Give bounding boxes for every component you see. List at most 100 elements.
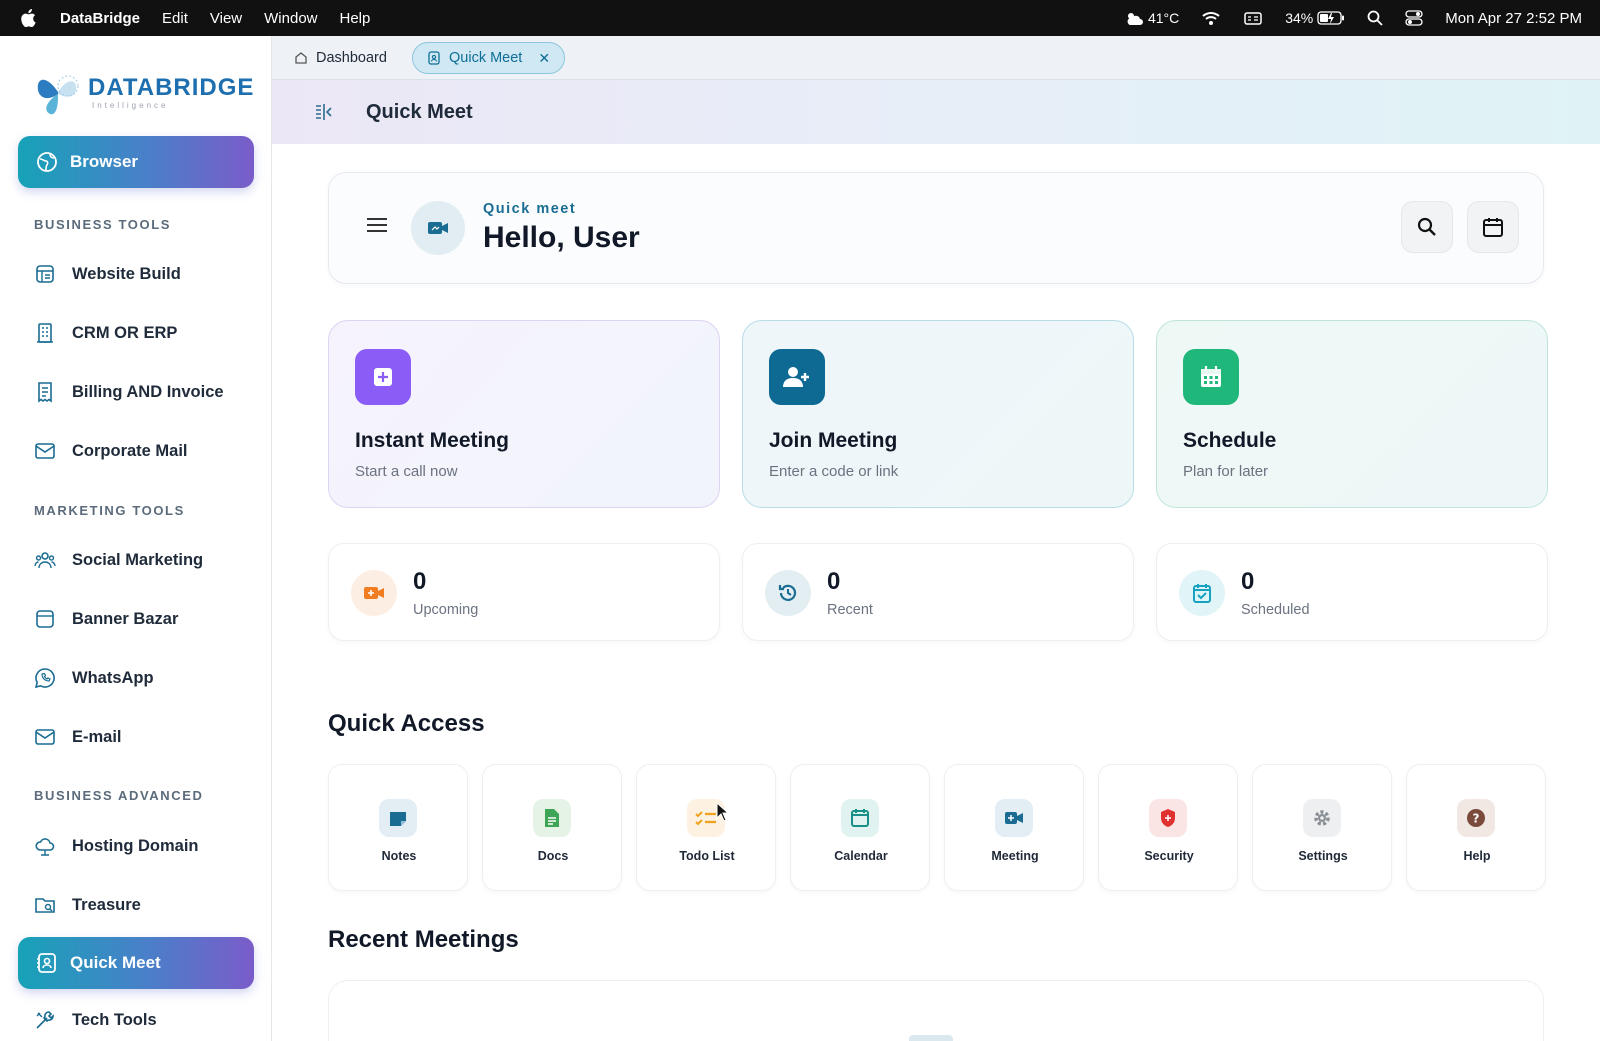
sidebar-item-corporate-mail[interactable]: Corporate Mail xyxy=(34,436,254,466)
calendar-icon xyxy=(1483,218,1503,237)
layout-icon xyxy=(34,263,56,285)
video-camera-icon xyxy=(995,799,1033,837)
tab-bar: Dashboard Quick Meet ✕ xyxy=(272,36,1600,80)
sidebar-item-label: Treasure xyxy=(72,895,141,914)
quick-access-security[interactable]: Security xyxy=(1098,764,1238,891)
sidebar-item-crm[interactable]: CRM OR ERP xyxy=(34,318,254,348)
globe-icon xyxy=(37,152,57,172)
video-icon xyxy=(351,570,397,616)
quick-access-meeting[interactable]: Meeting xyxy=(944,764,1084,891)
logo-text: DATABRIDGE xyxy=(88,74,255,101)
sidebar-item-label: WhatsApp xyxy=(72,668,154,687)
logo[interactable]: DATABRIDGE Intelligence xyxy=(34,70,254,116)
sidebar-item-quick-meet[interactable]: Quick Meet xyxy=(18,937,254,989)
greeting-card: Quick meet Hello, User xyxy=(328,172,1544,284)
sidebar-item-treasure[interactable]: Treasure xyxy=(34,890,254,920)
search-button[interactable] xyxy=(1401,201,1453,253)
quick-access-label: Notes xyxy=(381,849,417,863)
join-meeting-card[interactable]: Join Meeting Enter a code or link xyxy=(742,320,1134,508)
stat-label: Upcoming xyxy=(413,602,479,618)
sidebar-item-website-build[interactable]: Website Build xyxy=(34,259,254,289)
plus-icon xyxy=(355,349,411,405)
schedule-card[interactable]: Schedule Plan for later xyxy=(1156,320,1548,508)
quick-access-help[interactable]: ? Help xyxy=(1406,764,1546,891)
envelope-icon xyxy=(34,726,56,748)
menu-bar: DataBridge Edit View Window Help 41°C 34… xyxy=(0,0,1600,36)
greeting-subtitle: Quick meet xyxy=(483,201,577,217)
sidebar-item-social-marketing[interactable]: Social Marketing xyxy=(34,545,254,575)
tools-icon xyxy=(34,1009,56,1031)
stat-value: 0 xyxy=(827,568,841,595)
quick-access-label: Settings xyxy=(1298,849,1348,863)
stat-scheduled[interactable]: 0 Scheduled xyxy=(1156,543,1548,641)
action-subtitle: Enter a code or link xyxy=(769,463,899,480)
greeting-title: Hello, User xyxy=(483,221,640,254)
quick-access-label: Docs xyxy=(537,849,569,863)
menu-icon[interactable] xyxy=(367,217,387,233)
help-icon: ? xyxy=(1457,799,1495,837)
sidebar: DATABRIDGE Intelligence Browser BUSINESS… xyxy=(0,36,272,1041)
quick-access-label: Meeting xyxy=(991,849,1039,863)
calendar-button[interactable] xyxy=(1467,201,1519,253)
menu-help[interactable]: Help xyxy=(340,10,371,27)
action-title: Join Meeting xyxy=(769,429,898,452)
menu-app-name[interactable]: DataBridge xyxy=(60,10,140,27)
action-title: Schedule xyxy=(1183,429,1277,452)
control-center-icon[interactable] xyxy=(1405,10,1423,26)
weather-status[interactable]: 41°C xyxy=(1124,10,1179,26)
sidebar-item-label: Corporate Mail xyxy=(72,441,188,460)
weather-text: 41°C xyxy=(1147,10,1180,26)
wifi-icon[interactable] xyxy=(1201,10,1221,26)
svg-text:?: ? xyxy=(1473,812,1480,826)
battery-status[interactable]: 34% xyxy=(1285,10,1345,26)
sidebar-item-whatsapp[interactable]: WhatsApp xyxy=(34,663,254,693)
stat-label: Scheduled xyxy=(1241,602,1310,618)
stat-value: 0 xyxy=(1241,568,1255,595)
sidebar-item-tech-tools[interactable]: Tech Tools xyxy=(34,1005,254,1035)
quick-access-label: Security xyxy=(1144,849,1194,863)
weather-icon xyxy=(1127,13,1143,25)
stat-recent[interactable]: 0 Recent xyxy=(742,543,1134,641)
quick-access-label: Calendar xyxy=(834,849,888,863)
instant-meeting-card[interactable]: Instant Meeting Start a call now xyxy=(328,320,720,508)
banner-icon xyxy=(34,608,56,630)
quick-access-settings[interactable]: Settings xyxy=(1252,764,1392,891)
menu-view[interactable]: View xyxy=(210,10,242,27)
clock[interactable]: Mon Apr 27 2:52 PM xyxy=(1445,10,1582,27)
quick-access-notes[interactable]: Notes xyxy=(328,764,468,891)
recent-meetings-title: Recent Meetings xyxy=(328,926,519,953)
sidebar-item-browser[interactable]: Browser xyxy=(18,136,254,188)
keyboard-input-icon[interactable] xyxy=(1243,10,1263,26)
document-icon xyxy=(533,799,571,837)
menu-edit[interactable]: Edit xyxy=(162,10,188,27)
close-icon[interactable]: ✕ xyxy=(538,50,550,67)
sidebar-item-banner-bazar[interactable]: Banner Bazar xyxy=(34,604,254,634)
sidebar-item-label: Tech Tools xyxy=(72,1010,157,1029)
calendar-icon xyxy=(841,799,879,837)
tab-quick-meet[interactable]: Quick Meet ✕ xyxy=(412,42,566,74)
sidebar-item-label: Quick Meet xyxy=(70,953,161,972)
quick-access-docs[interactable]: Docs xyxy=(482,764,622,891)
menu-window[interactable]: Window xyxy=(264,10,317,27)
action-subtitle: Start a call now xyxy=(355,463,458,480)
tab-dashboard[interactable]: Dashboard xyxy=(280,42,401,74)
apple-icon[interactable] xyxy=(20,9,38,27)
folder-search-icon xyxy=(34,894,56,916)
add-user-icon xyxy=(769,349,825,405)
quick-access-calendar[interactable]: Calendar xyxy=(790,764,930,891)
quick-access-todo-list[interactable]: Todo List xyxy=(636,764,776,891)
sidebar-item-billing[interactable]: Billing AND Invoice xyxy=(34,377,254,407)
spotlight-search-icon[interactable] xyxy=(1367,10,1383,26)
sidebar-item-email[interactable]: E-mail xyxy=(34,722,254,752)
cloud-icon xyxy=(34,835,56,857)
calendar-icon xyxy=(1183,349,1239,405)
history-icon xyxy=(765,570,811,616)
contact-card-icon xyxy=(428,51,440,65)
page-header: Quick Meet xyxy=(272,80,1600,144)
stat-upcoming[interactable]: 0 Upcoming xyxy=(328,543,720,641)
battery-icon xyxy=(1317,11,1345,25)
collapse-sidebar-icon[interactable] xyxy=(314,102,334,122)
sidebar-item-hosting-domain[interactable]: Hosting Domain xyxy=(34,831,254,861)
sidebar-item-label: Billing AND Invoice xyxy=(72,382,224,401)
sidebar-item-label: Browser xyxy=(70,152,139,171)
